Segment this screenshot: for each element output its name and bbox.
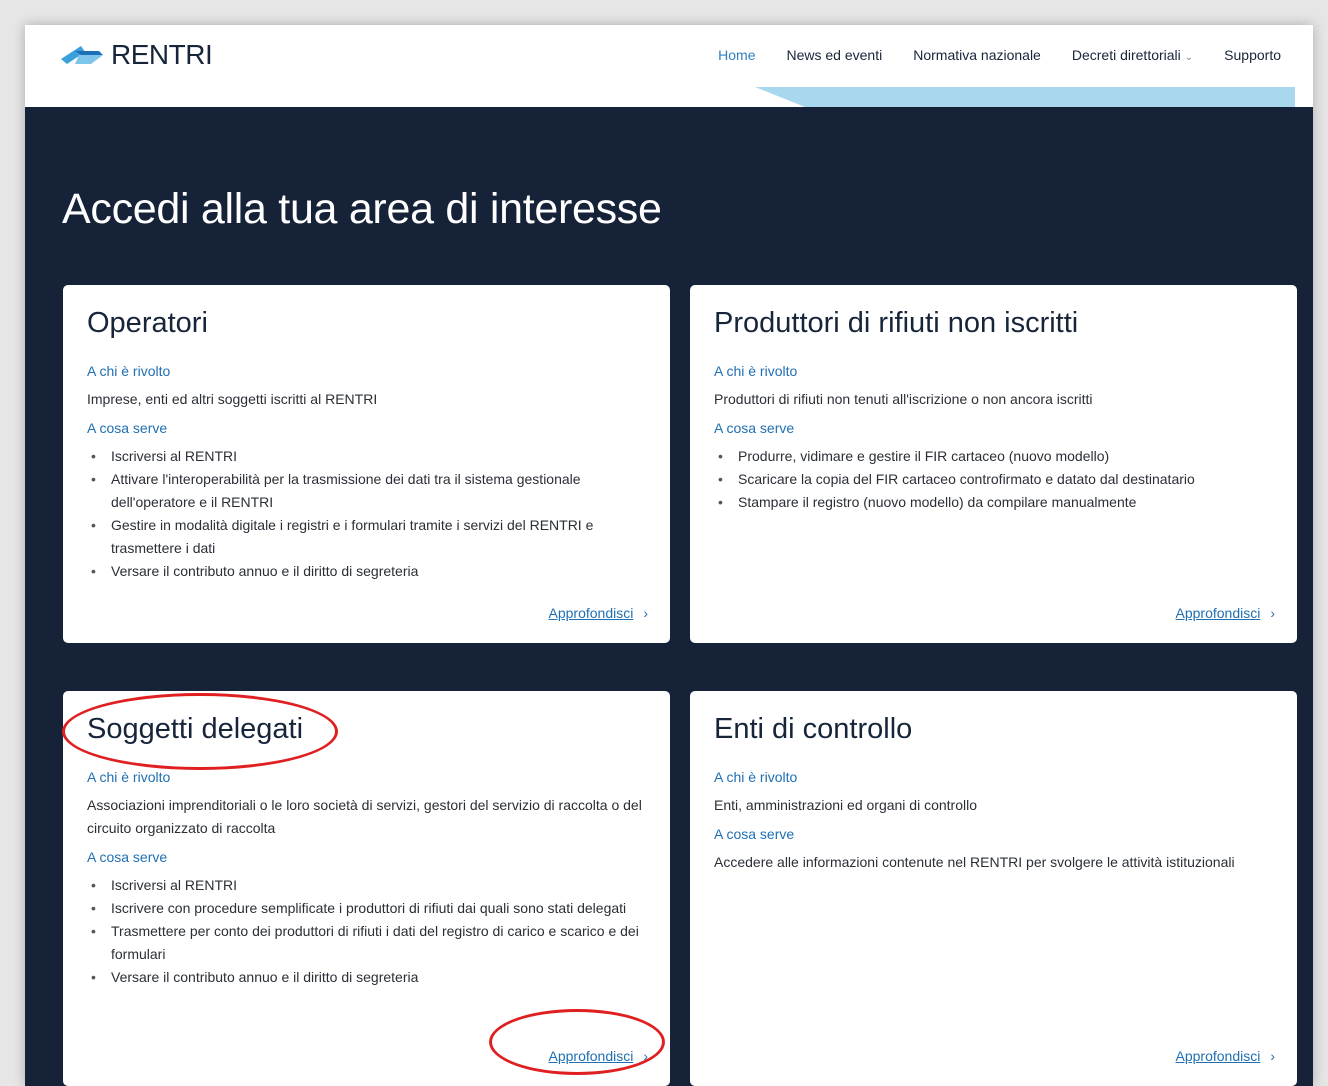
card-body: A chi è rivolto Enti, amministrazioni ed… — [714, 769, 1273, 883]
bullet-list: Iscriversi al RENTRI Iscrivere con proce… — [87, 874, 646, 989]
who-label: A chi è rivolto — [87, 363, 171, 379]
page-title: Accedi alla tua area di interesse — [62, 185, 662, 233]
what-label: A cosa serve — [714, 420, 795, 436]
who-label: A chi è rivolto — [87, 769, 171, 785]
main-section: Accedi alla tua area di interesse Operat… — [25, 107, 1313, 1086]
approfondisci-link[interactable]: Approfondisci — [549, 1048, 634, 1064]
card-title: Operatori — [87, 307, 208, 339]
nav-decreti[interactable]: Decreti direttoriali ⌄ — [1072, 47, 1193, 63]
nav-supporto[interactable]: Supporto — [1224, 47, 1281, 63]
list-item: Attivare l'interoperabilità per la trasm… — [87, 468, 646, 514]
nav-decreti-label: Decreti direttoriali — [1071, 47, 1181, 63]
card-title: Enti di controllo — [714, 713, 913, 745]
who-label: A chi è rivolto — [714, 363, 798, 379]
nav-normativa[interactable]: Normativa nazionale — [913, 47, 1041, 63]
approfondisci-link[interactable]: Approfondisci — [549, 605, 634, 621]
main-nav: Home News ed eventi Normativa nazionale … — [687, 25, 1313, 85]
browser-page: RENTRI Home News ed eventi Normativa naz… — [25, 25, 1313, 1086]
decorative-stripe — [755, 87, 1295, 107]
card-title: Produttori di rifiuti non iscritti — [714, 307, 1079, 339]
list-item: Versare il contributo annuo e il diritto… — [87, 560, 646, 583]
card-enti-controllo: Enti di controllo A chi è rivolto Enti, … — [690, 691, 1297, 1086]
approfondisci-link[interactable]: Approfondisci — [1176, 605, 1261, 621]
who-text: Associazioni imprenditoriali o le loro s… — [87, 797, 642, 836]
bullet-list: Produrre, vidimare e gestire il FIR cart… — [714, 445, 1273, 514]
card-soggetti-delegati: Soggetti delegati A chi è rivolto Associ… — [63, 691, 670, 1086]
list-item: Trasmettere per conto dei produttori di … — [87, 920, 646, 966]
what-label: A cosa serve — [714, 826, 795, 842]
more-link-row: Approfondisci › — [549, 1048, 649, 1064]
chevron-right-icon[interactable]: › — [643, 1048, 648, 1064]
brand-name: RENTRI — [111, 39, 213, 70]
what-label: A cosa serve — [87, 420, 168, 436]
nav-news[interactable]: News ed eventi — [787, 47, 883, 63]
approfondisci-link[interactable]: Approfondisci — [1176, 1048, 1261, 1064]
card-body: A chi è rivolto Associazioni imprenditor… — [87, 769, 646, 989]
card-body: A chi è rivolto Produttori di rifiuti no… — [714, 363, 1273, 514]
nav-home[interactable]: Home — [718, 47, 755, 63]
who-text: Produttori di rifiuti non tenuti all'isc… — [714, 391, 1093, 407]
chevron-right-icon[interactable]: › — [643, 605, 648, 621]
list-item: Gestire in modalità digitale i registri … — [87, 514, 646, 560]
list-item: Iscriversi al RENTRI — [87, 445, 646, 468]
bullet-list: Iscriversi al RENTRI Attivare l'interope… — [87, 445, 646, 583]
card-title: Soggetti delegati — [87, 713, 304, 745]
card-body: A chi è rivolto Imprese, enti ed altri s… — [87, 363, 646, 583]
chevron-right-icon[interactable]: › — [1270, 1048, 1275, 1064]
list-item: Produrre, vidimare e gestire il FIR cart… — [714, 445, 1273, 468]
more-link-row: Approfondisci › — [549, 605, 649, 621]
who-text: Enti, amministrazioni ed organi di contr… — [714, 797, 978, 813]
who-label: A chi è rivolto — [714, 769, 798, 785]
chevron-down-icon: ⌄ — [1184, 52, 1194, 63]
header: RENTRI Home News ed eventi Normativa naz… — [25, 25, 1313, 107]
card-operatori: Operatori A chi è rivolto Imprese, enti … — [63, 285, 670, 643]
who-text: Imprese, enti ed altri soggetti iscritti… — [87, 391, 378, 407]
more-link-row: Approfondisci › — [1176, 605, 1276, 621]
list-item: Scaricare la copia del FIR cartaceo cont… — [714, 468, 1273, 491]
what-label: A cosa serve — [87, 849, 168, 865]
chevron-right-icon[interactable]: › — [1270, 605, 1275, 621]
logo[interactable]: RENTRI — [61, 39, 213, 71]
rentri-logo-icon — [61, 46, 103, 64]
list-item: Versare il contributo annuo e il diritto… — [87, 966, 646, 989]
more-link-row: Approfondisci › — [1176, 1048, 1276, 1064]
card-produttori: Produttori di rifiuti non iscritti A chi… — [690, 285, 1297, 643]
list-item: Iscriversi al RENTRI — [87, 874, 646, 897]
what-text: Accedere alle informazioni contenute nel… — [714, 854, 1235, 870]
list-item: Iscrivere con procedure semplificate i p… — [87, 897, 646, 920]
list-item: Stampare il registro (nuovo modello) da … — [714, 491, 1273, 514]
